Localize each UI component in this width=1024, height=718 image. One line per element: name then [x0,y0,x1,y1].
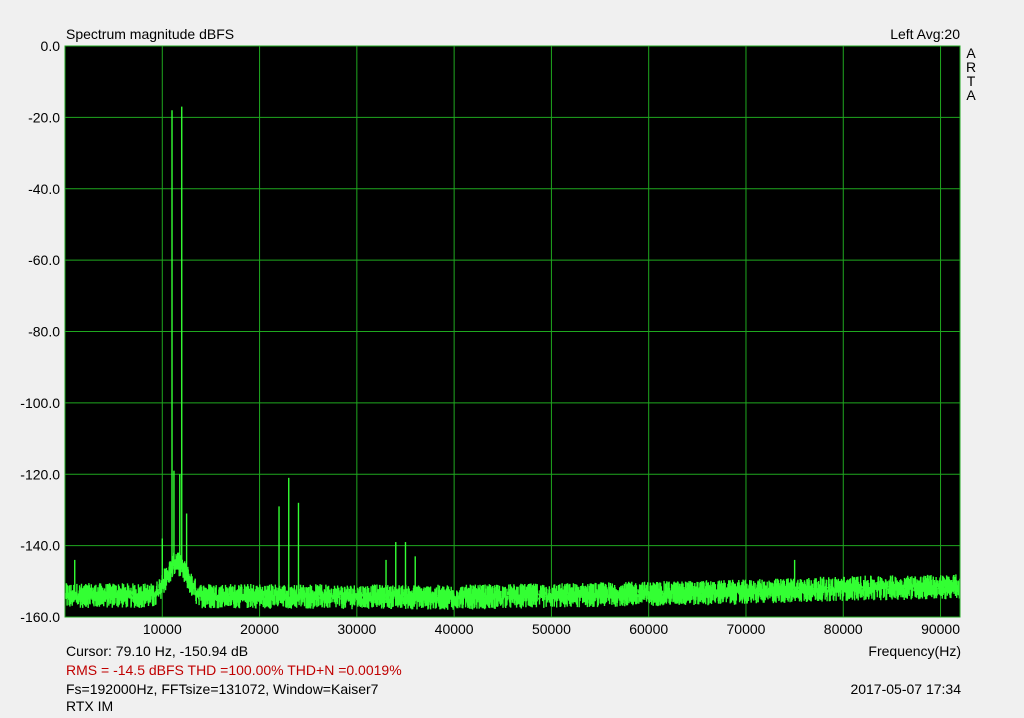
cursor-readout: Cursor: 79.10 Hz, -150.94 dB [66,643,249,659]
brand-letter: A [966,87,976,103]
x-axis-label: Frequency(Hz) [868,643,961,659]
timestamp: 2017-05-07 17:34 [850,681,961,697]
spectrum-chart[interactable]: 0.0 -20.0 -40.0 -60.0 -80.0 -100.0 -120.0 -140.… [0,0,1024,718]
y-tick-label: -120.0 [20,466,60,482]
y-tick-label: -160.0 [20,609,60,625]
y-tick-label: -60.0 [28,252,60,268]
y-tick-label: -80.0 [28,324,60,340]
brand-letter: A [966,45,976,61]
chart-title: Spectrum magnitude dBFS [66,26,235,42]
x-tick-label: 40000 [435,621,474,637]
brand-letter: R [965,59,977,75]
y-tick-label: -100.0 [20,395,60,411]
x-tick-label: 20000 [240,621,279,637]
channel-info: Left Avg:20 [890,26,960,42]
y-tick-label: -140.0 [20,538,60,554]
x-tick-label: 70000 [727,621,766,637]
y-tick-label: -20.0 [28,109,60,125]
fft-params: Fs=192000Hz, FFTsize=131072, Window=Kais… [66,681,379,697]
x-tick-label: 90000 [921,621,960,637]
brand-letter: T [966,73,976,89]
arta-logo: A R T A [964,46,978,102]
y-tick-label: -40.0 [28,181,60,197]
x-tick-labels: 10000 20000 30000 40000 50000 60000 70000 80000… [143,621,960,637]
x-tick-label: 50000 [532,621,571,637]
y-tick-labels: 0.0 -20.0 -40.0 -60.0 -80.0 -100.0 -120.0 -140.… [20,38,60,625]
x-tick-label: 30000 [337,621,376,637]
x-tick-label: 80000 [824,621,863,637]
stats-readout: RMS = -14.5 dBFS THD =100.00% THD+N =0.0… [66,662,402,678]
x-tick-label: 10000 [143,621,182,637]
x-tick-label: 60000 [629,621,668,637]
y-tick-label: 0.0 [41,38,61,54]
measurement-note: RTX IM [66,698,114,714]
